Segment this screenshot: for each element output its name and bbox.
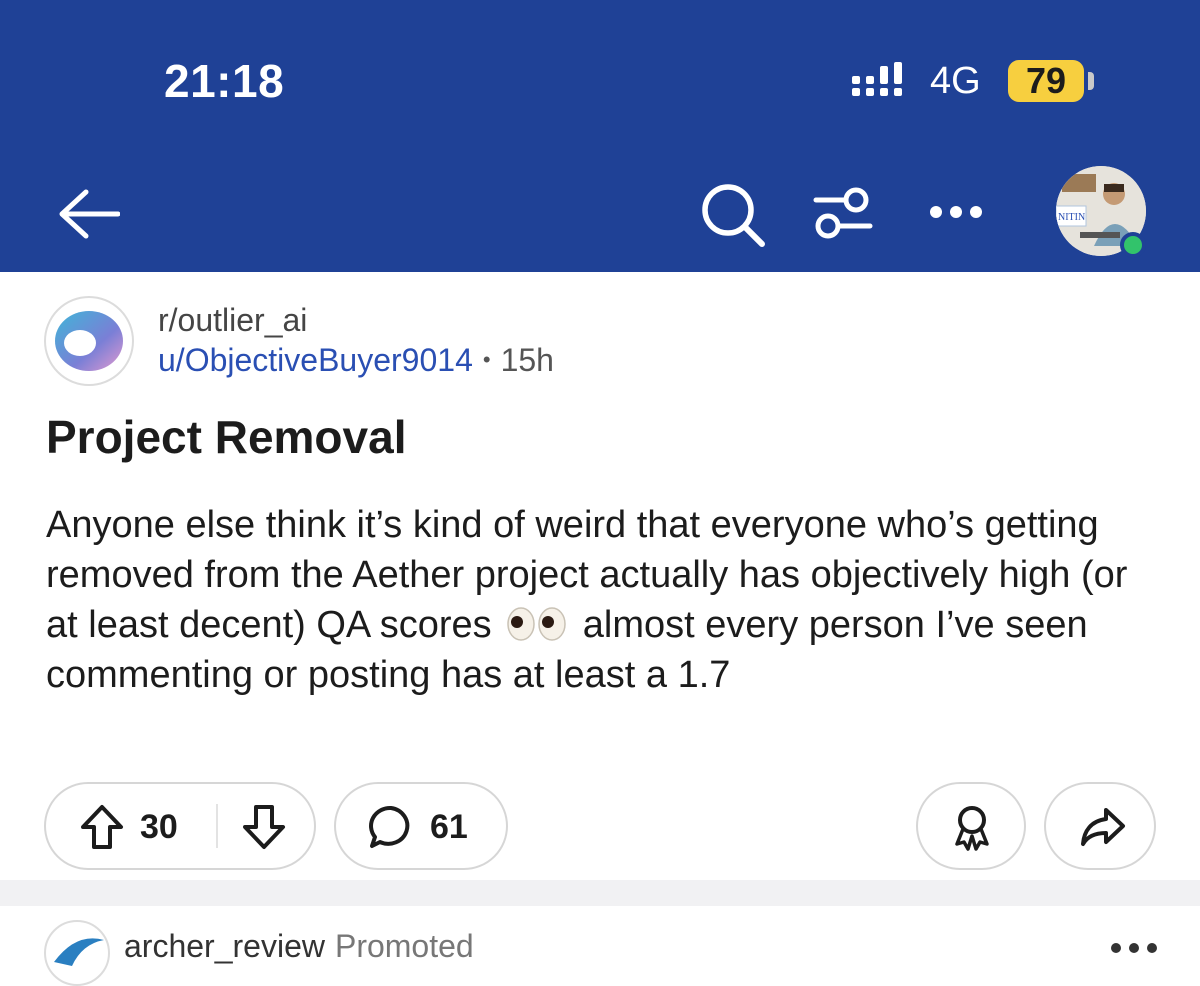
next-post-author[interactable]: archer_review <box>124 928 325 964</box>
battery-cap <box>1088 72 1094 90</box>
upvote-icon[interactable] <box>80 804 124 850</box>
more-horizontal-icon[interactable] <box>928 202 984 222</box>
vote-divider <box>216 804 218 848</box>
next-post-more-icon[interactable] <box>1110 940 1158 956</box>
svg-text:NITIN: NITIN <box>1058 212 1085 223</box>
battery-level: 79 <box>1025 60 1067 101</box>
arrow-left-icon[interactable] <box>58 188 120 240</box>
award-icon <box>955 806 989 851</box>
post-author[interactable]: u/ObjectiveBuyer9014 <box>158 342 473 378</box>
sliders-icon[interactable] <box>812 184 874 242</box>
post-meta: u/ObjectiveBuyer9014 • 15h <box>158 342 554 379</box>
next-post-header: archer_review Promoted <box>124 928 474 965</box>
comment-bubble-icon <box>369 805 410 848</box>
eyes-emoji-icon <box>507 607 566 641</box>
app-header <box>0 0 1200 272</box>
subreddit-logo <box>55 311 123 371</box>
vote-control: 30 <box>44 782 316 870</box>
archer-logo <box>54 938 104 966</box>
search-icon[interactable] <box>700 182 766 248</box>
vote-count: 30 <box>140 808 178 846</box>
promoted-label: Promoted <box>334 928 474 964</box>
comment-count: 61 <box>430 808 468 846</box>
comments-button[interactable]: 61 <box>334 782 508 870</box>
post-title[interactable]: Project Removal <box>46 410 406 464</box>
downvote-icon[interactable] <box>242 804 286 850</box>
battery-indicator: 79 <box>1008 60 1094 102</box>
status-time: 21:18 <box>164 55 285 107</box>
next-post-avatar[interactable] <box>44 920 110 986</box>
post-separator <box>0 880 1200 906</box>
post-body[interactable]: Anyone else think it’s kind of weird tha… <box>46 500 1156 700</box>
subreddit-name[interactable]: r/outlier_ai <box>158 302 307 339</box>
online-status-dot <box>1120 232 1146 258</box>
network-type: 4G <box>930 60 981 102</box>
cellular-signal-icon <box>852 62 902 96</box>
share-button[interactable] <box>1044 782 1156 870</box>
post-age: 15h <box>500 342 554 378</box>
subreddit-icon[interactable] <box>44 296 134 386</box>
share-icon <box>1081 808 1125 846</box>
meta-separator: • <box>482 347 491 372</box>
award-button[interactable] <box>916 782 1026 870</box>
